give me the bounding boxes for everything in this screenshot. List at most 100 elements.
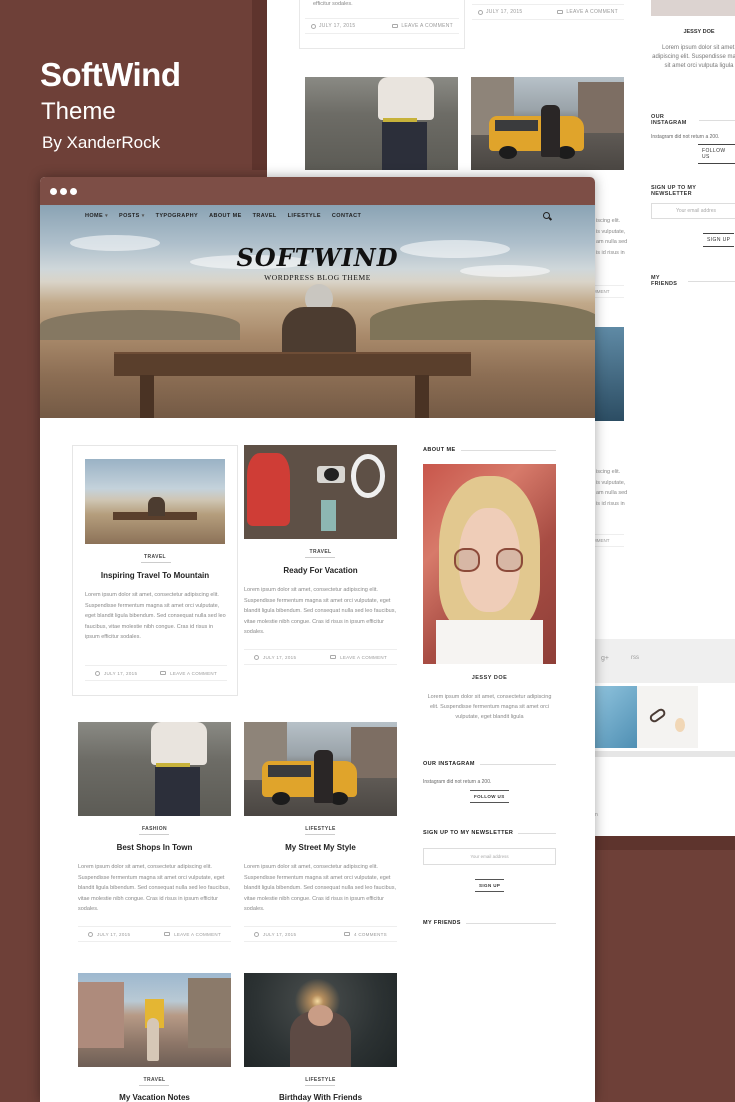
post-category[interactable]: LIFESTYLE bbox=[244, 826, 397, 832]
site-logo[interactable]: SOFTWIND bbox=[40, 243, 595, 272]
bg-signup-button[interactable]: SIGN UP bbox=[703, 233, 735, 247]
nav-lifestyle[interactable]: LIFESTYLE bbox=[288, 213, 321, 219]
nav-travel[interactable]: TRAVEL bbox=[253, 213, 277, 219]
nav-contact[interactable]: CONTACT bbox=[332, 213, 361, 219]
bg-instagram-text: Instagram did not return a 200. bbox=[651, 134, 720, 140]
post-image[interactable] bbox=[78, 973, 231, 1067]
comment-link[interactable]: LEAVE A COMMENT bbox=[330, 655, 387, 660]
bg-friends-heading: MY FRIENDS bbox=[651, 275, 735, 287]
post-date: JULY 17, 2015 bbox=[104, 670, 138, 676]
post-excerpt: Lorem ipsum dolor sit amet, consectetur … bbox=[85, 592, 226, 640]
comment-link[interactable]: LEAVE A COMMENT bbox=[160, 671, 217, 676]
comment-link[interactable]: 4 COMMENTS bbox=[343, 932, 387, 937]
post-excerpt: Lorem ipsum dolor sit amet, consectetur … bbox=[244, 587, 396, 635]
bg-footer-photo-2[interactable] bbox=[637, 686, 698, 748]
post-category[interactable]: LIFESTYLE bbox=[244, 1077, 397, 1083]
nav-typography[interactable]: TYPOGRAPHY bbox=[156, 213, 199, 219]
bg-card-excerpt: efficitur sodales. bbox=[313, 1, 353, 7]
bg-meta-left: JULY 17, 2015 LEAVE A COMMENT bbox=[305, 18, 459, 34]
bg-about-bio: Lorem ipsum dolor sit amet, adipiscing e… bbox=[652, 45, 735, 69]
post-card: TRAVEL My Vacation Notes bbox=[78, 973, 231, 1102]
window-dot-icon[interactable] bbox=[70, 187, 77, 195]
bg-snippet-group-1: iscing elit. is vulputate, am nulla sed is … bbox=[596, 218, 628, 256]
post-meta: JULY 17, 2015 4 COMMENTS bbox=[244, 926, 397, 942]
comment-icon bbox=[330, 655, 337, 659]
hero-header: HOME ▾ POSTS ▾ TYPOGRAPHY ABOUT ME TRAVEL … bbox=[40, 205, 595, 418]
post-meta: JULY 17, 2015 LEAVE A COMMENT bbox=[85, 665, 227, 681]
post-excerpt: Lorem ipsum dolor sit amet, consectetur … bbox=[78, 864, 230, 912]
bg-newsletter-heading: SIGN UP TO MY NEWSLETTER bbox=[651, 185, 697, 197]
clock-icon bbox=[88, 931, 93, 937]
post-card: LIFESTYLE Birthday With Friends bbox=[244, 973, 397, 1102]
post-title[interactable]: My Vacation Notes bbox=[78, 1093, 231, 1102]
post-category[interactable]: TRAVEL bbox=[73, 554, 237, 560]
bg-follow-button[interactable]: FOLLOW US bbox=[698, 144, 735, 164]
promo-title: SoftWind bbox=[40, 56, 181, 93]
window-dot-icon[interactable] bbox=[60, 187, 67, 195]
search-icon[interactable] bbox=[543, 212, 550, 219]
about-bio: Lorem ipsum dolor sit amet, consectetur … bbox=[427, 694, 552, 720]
post-title[interactable]: Inspiring Travel To Mountain bbox=[73, 571, 237, 580]
clock-icon bbox=[254, 931, 259, 937]
about-name: JESSY DOE bbox=[471, 675, 508, 681]
comment-link[interactable]: LEAVE A COMMENT bbox=[164, 932, 221, 937]
post-card: TRAVEL Ready For Vacation Lorem ipsum do… bbox=[244, 445, 397, 675]
post-meta: JULY 17, 2015 LEAVE A COMMENT bbox=[244, 649, 397, 665]
post-category[interactable]: FASHION bbox=[78, 826, 231, 832]
instagram-heading: OUR INSTAGRAM bbox=[423, 761, 556, 767]
bg-about-photo bbox=[651, 0, 735, 16]
google-plus-icon[interactable]: g+ bbox=[601, 655, 609, 662]
bg-photo-sea[interactable] bbox=[593, 327, 624, 421]
window-dot-icon[interactable] bbox=[50, 187, 57, 195]
main-nav: HOME ▾ POSTS ▾ TYPOGRAPHY ABOUT ME TRAVEL … bbox=[40, 205, 595, 227]
browser-window: HOME ▾ POSTS ▾ TYPOGRAPHY ABOUT ME TRAVEL … bbox=[40, 177, 595, 1102]
bg-footer-rule bbox=[595, 751, 735, 757]
newsletter-heading: SIGN UP TO MY NEWSLETTER bbox=[423, 830, 556, 836]
instagram-status: Instagram did not return a 200. bbox=[423, 779, 492, 785]
bg-photo-van[interactable] bbox=[471, 77, 624, 170]
hero-bench bbox=[114, 352, 471, 376]
clock-icon bbox=[254, 654, 259, 660]
bg-footer-photo-1[interactable] bbox=[595, 686, 637, 748]
post-title[interactable]: My Street My Style bbox=[244, 843, 397, 852]
post-date: JULY 17, 2015 bbox=[97, 931, 131, 937]
post-category[interactable]: TRAVEL bbox=[78, 1077, 231, 1083]
clock-icon bbox=[95, 670, 100, 676]
bg-snippet-meta-1: MMENT bbox=[593, 285, 624, 298]
post-image[interactable] bbox=[85, 459, 225, 544]
nav-home[interactable]: HOME ▾ bbox=[85, 213, 108, 219]
comment-icon bbox=[160, 671, 167, 675]
window-titlebar bbox=[40, 177, 595, 205]
post-image[interactable] bbox=[244, 722, 397, 816]
post-date: JULY 17, 2015 bbox=[263, 654, 297, 660]
post-image[interactable] bbox=[244, 973, 397, 1067]
clock-icon bbox=[311, 23, 316, 29]
nav-posts[interactable]: POSTS ▾ bbox=[119, 213, 145, 219]
post-image[interactable] bbox=[78, 722, 231, 816]
post-image[interactable] bbox=[244, 445, 397, 539]
bg-instagram-heading: OUR INSTAGRAM bbox=[651, 114, 735, 126]
signup-button[interactable]: SIGN UP bbox=[475, 879, 505, 892]
comment-icon bbox=[392, 24, 399, 28]
promo-author: By XanderRock bbox=[42, 133, 161, 152]
bg-footer-fragment: n bbox=[595, 812, 598, 818]
email-input[interactable]: Your email address bbox=[423, 848, 556, 865]
post-category[interactable]: TRAVEL bbox=[244, 549, 397, 555]
bg-photo-wall[interactable] bbox=[305, 77, 458, 170]
bg-email-input[interactable]: Your email addres bbox=[651, 203, 735, 219]
bg-meta-right: JULY 17, 2015 LEAVE A COMMENT bbox=[472, 4, 624, 20]
rss-icon[interactable]: rss bbox=[631, 655, 639, 661]
background-bottom-band bbox=[596, 836, 735, 850]
bg-about-name: JESSY DOE bbox=[683, 29, 715, 35]
comment-icon bbox=[164, 932, 171, 936]
nav-about-me[interactable]: ABOUT ME bbox=[209, 213, 242, 219]
bg-snippet-group-2: iscing elit. is vulputate, am nulla sed is … bbox=[596, 469, 628, 507]
friends-heading: MY FRIENDS bbox=[423, 920, 556, 926]
post-card: LIFESTYLE My Street My Style Lorem ipsum… bbox=[244, 722, 397, 946]
post-title[interactable]: Ready For Vacation bbox=[244, 566, 397, 575]
follow-button[interactable]: FOLLOW US bbox=[470, 790, 509, 803]
post-card: TRAVEL Inspiring Travel To Mountain Lore… bbox=[72, 445, 238, 696]
about-heading: ABOUT ME bbox=[423, 447, 556, 453]
post-title[interactable]: Birthday With Friends bbox=[244, 1093, 397, 1102]
post-title[interactable]: Best Shops In Town bbox=[78, 843, 231, 852]
